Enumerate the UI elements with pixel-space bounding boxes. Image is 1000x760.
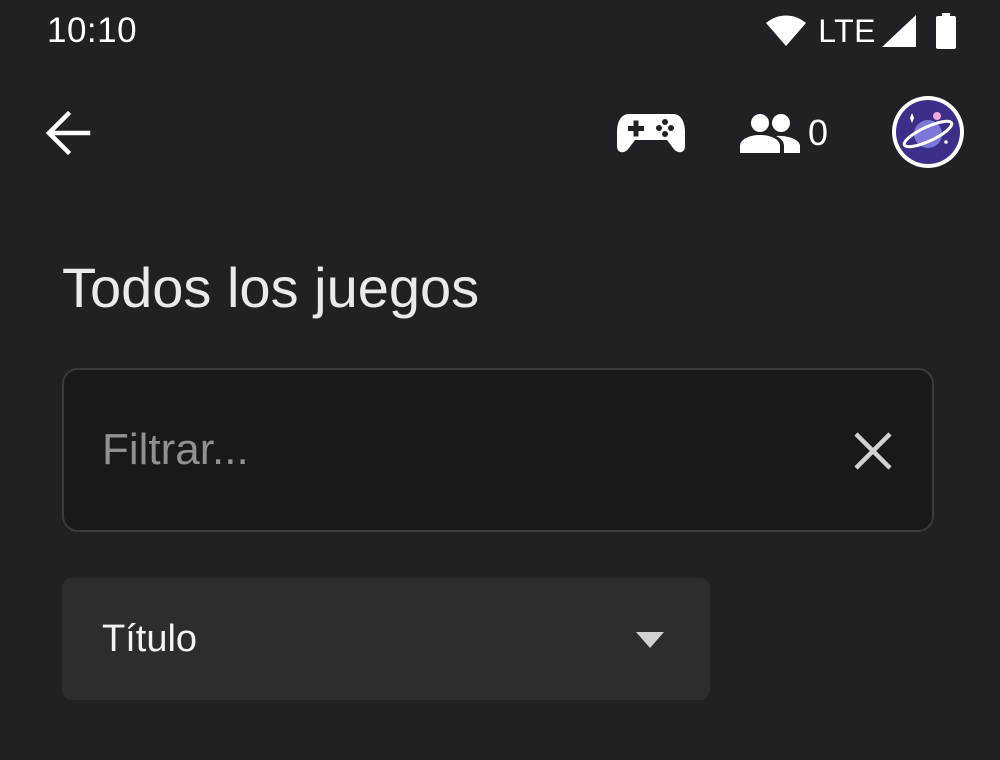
close-icon [854, 432, 892, 470]
sort-selected-value: Título [102, 618, 198, 660]
gamepad-icon [617, 114, 685, 153]
friends-button[interactable]: 0 [740, 110, 840, 156]
clear-filter-button[interactable] [848, 426, 898, 476]
network-type-label: LTE [818, 13, 876, 49]
back-button[interactable] [44, 110, 100, 156]
wifi-icon [766, 15, 807, 46]
dropdown-arrow-icon [636, 632, 664, 648]
app-bar: 0 [0, 90, 1000, 174]
friends-count: 0 [808, 112, 829, 153]
arrow-back-icon [45, 110, 91, 156]
filter-input[interactable] [102, 420, 802, 480]
filter-field [62, 368, 934, 532]
status-icons: LTE [766, 12, 956, 50]
status-bar: 10:10 LTE [0, 0, 1000, 62]
planet-avatar-icon [896, 100, 960, 164]
signal-icon [882, 15, 916, 47]
sort-dropdown[interactable]: Título [62, 578, 710, 700]
battery-icon [936, 13, 956, 49]
page-title: Todos los juegos [62, 256, 480, 319]
avatar[interactable] [892, 96, 964, 168]
games-button[interactable] [615, 108, 687, 156]
status-time: 10:10 [47, 11, 138, 50]
people-icon [740, 114, 800, 153]
